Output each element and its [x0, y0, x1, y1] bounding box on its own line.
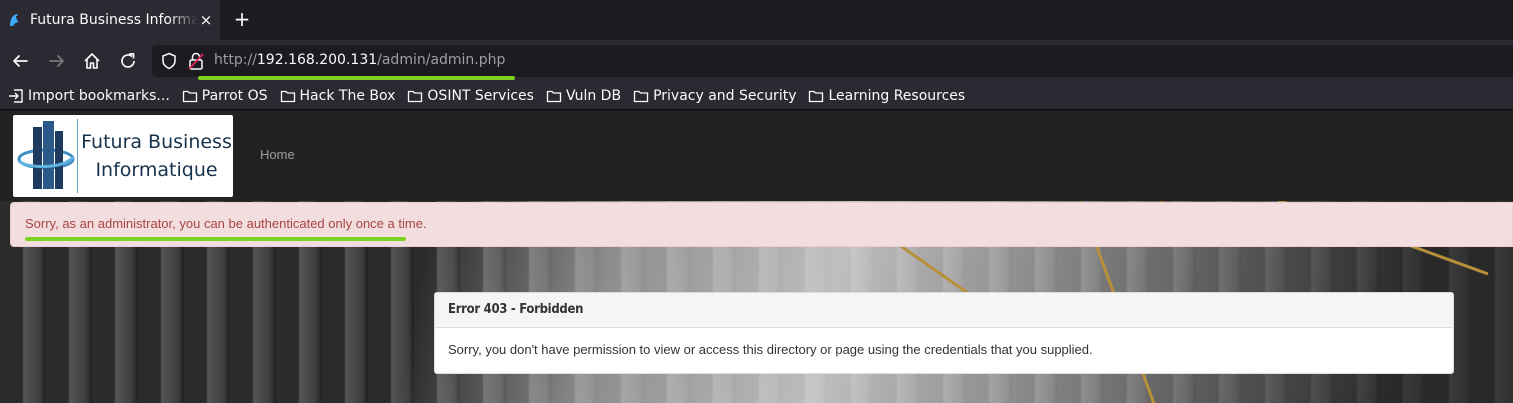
address-bar[interactable]: http://192.168.200.131/admin/admin.php — [152, 45, 1513, 77]
building-logo-icon — [17, 121, 75, 189]
url-highlight-underline — [198, 76, 515, 80]
insecure-lock-icon[interactable] — [188, 52, 204, 70]
logo-line-2: Informatique — [95, 159, 218, 181]
logo-divider — [77, 119, 78, 193]
new-tab-button[interactable]: + — [230, 8, 254, 32]
bookmarks-toolbar: Import bookmarks... Parrot OS Hack The B… — [0, 82, 1513, 110]
site-navbar: Futura Business Informatique Home — [0, 111, 1513, 201]
url-path: /admin/admin.php — [377, 52, 506, 68]
page-viewport: Futura Business Informatique Home Sorry,… — [0, 111, 1513, 403]
folder-icon — [546, 90, 562, 102]
bookmark-label: Learning Resources — [828, 87, 966, 104]
folder-icon — [280, 90, 295, 102]
bookmark-folder-osint-services[interactable]: OSINT Services — [407, 88, 534, 104]
parrot-icon — [6, 11, 24, 29]
tab-strip: Futura Business Informatique × + — [0, 0, 1513, 40]
alert-message: Sorry, as an administrator, you can be a… — [25, 216, 427, 231]
site-logo[interactable]: Futura Business Informatique — [13, 115, 233, 197]
folder-icon — [182, 90, 197, 102]
folder-icon — [809, 90, 824, 102]
tracking-shield-icon[interactable] — [160, 52, 178, 70]
forward-arrow-icon — [49, 55, 64, 67]
bookmark-folder-hack-the-box[interactable]: Hack The Box — [280, 87, 396, 104]
home-icon — [84, 53, 100, 69]
folder-icon — [408, 90, 423, 102]
bookmark-folder-privacy-and-security[interactable]: Privacy and Security — [633, 88, 796, 104]
bookmark-label: OSINT Services — [427, 87, 534, 104]
url-scheme: http:// — [214, 52, 257, 68]
reload-button[interactable] — [115, 48, 141, 74]
url-host: 192.168.200.131 — [256, 52, 378, 68]
logo-text: Futura Business Informatique — [80, 128, 233, 184]
folder-icon — [633, 90, 649, 102]
error-heading: Error 403 - Forbidden — [435, 293, 1453, 328]
bookmark-label: Hack The Box — [299, 87, 396, 104]
browser-tab[interactable]: Futura Business Informatique × — [0, 0, 220, 40]
logo-line-1: Futura Business — [81, 131, 232, 153]
back-button[interactable] — [7, 48, 33, 74]
bookmark-import[interactable]: Import bookmarks... — [8, 88, 170, 104]
bookmark-folder-vuln-db[interactable]: Vuln DB — [546, 88, 621, 104]
url-text[interactable]: http://192.168.200.131/admin/admin.php — [214, 52, 505, 68]
bookmark-folder-parrot-os[interactable]: Parrot OS — [182, 88, 268, 104]
back-arrow-icon — [13, 55, 28, 67]
close-tab-icon[interactable]: × — [198, 11, 214, 29]
admin-alert: Sorry, as an administrator, you can be a… — [10, 202, 1513, 247]
alert-highlight-underline — [25, 237, 406, 241]
bookmark-label: Parrot OS — [201, 87, 268, 104]
error-panel: Error 403 - Forbidden Sorry, you don't h… — [434, 292, 1454, 374]
import-icon — [9, 88, 23, 103]
tab-title: Futura Business Informatique — [30, 12, 198, 28]
bookmark-folder-learning-resources[interactable]: Learning Resources — [808, 88, 965, 104]
error-message: Sorry, you don't have permission to view… — [448, 342, 1093, 357]
forward-button[interactable] — [44, 48, 70, 74]
bookmark-label: Privacy and Security — [653, 87, 797, 104]
bookmark-label: Vuln DB — [565, 87, 622, 104]
reload-icon — [121, 53, 135, 68]
home-button[interactable] — [79, 48, 105, 74]
bookmark-label: Import bookmarks... — [28, 87, 170, 104]
nav-home-link[interactable]: Home — [260, 147, 295, 162]
